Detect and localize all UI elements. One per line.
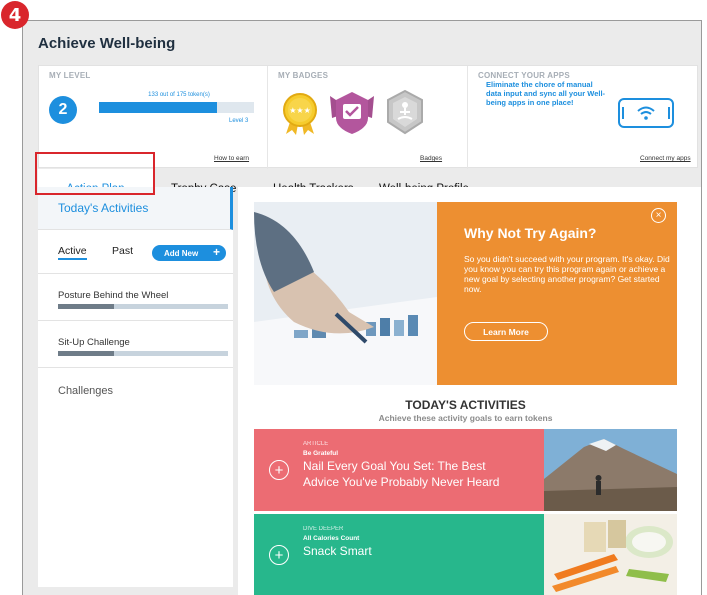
todays-activities-label: Today's Activities	[58, 201, 149, 215]
promo-title: Why Not Try Again?	[464, 225, 597, 241]
card-tag: Be Grateful	[303, 450, 339, 457]
activity-progress-bar	[58, 351, 228, 356]
connect-my-apps-link[interactable]: Connect my apps	[640, 155, 691, 162]
todays-activities-subtitle: Achieve these activity goals to earn tok…	[378, 413, 553, 423]
activity-progress-bar	[58, 304, 228, 309]
add-new-button[interactable]: Add New +	[152, 245, 226, 261]
level-number: 2	[49, 96, 77, 124]
summary-panel: MY LEVEL 2 133 out of 175 token(s) Level…	[38, 65, 699, 169]
left-sidebar: Today's Activities Active Past Add New +…	[38, 187, 233, 587]
mountain-hiker-photo	[544, 429, 677, 511]
activity-card[interactable]: + DIVE DEEPER All Calories Count Snack S…	[254, 514, 677, 595]
activity-progress-fill	[58, 351, 115, 356]
sub-tab-past[interactable]: Past	[112, 245, 133, 257]
app-window: Achieve Well-being MY LEVEL 2 133 out of…	[22, 20, 702, 595]
gold-star-badge-icon: ★★★	[283, 93, 317, 135]
activity-item[interactable]: Posture Behind the Wheel	[38, 273, 233, 319]
my-badges-heading: MY BADGES	[278, 71, 329, 80]
svg-text:★★★: ★★★	[289, 106, 311, 115]
sub-tab-active[interactable]: Active	[58, 245, 87, 260]
challenges-label: Challenges	[58, 385, 114, 397]
activity-card[interactable]: + ARTICLE Be Grateful Nail Every Goal Yo…	[254, 429, 677, 511]
my-level-heading: MY LEVEL	[49, 71, 91, 80]
vegetable-snack-photo	[544, 514, 677, 595]
sidebar-item-challenges[interactable]: Challenges	[38, 367, 233, 412]
badges-link[interactable]: Badges	[420, 155, 442, 162]
level-progress-fill	[99, 102, 217, 113]
main-content: × Why Not Try Again? So you didn't succe…	[238, 187, 701, 595]
card-category: DIVE DEEPER	[303, 526, 344, 532]
activity-item[interactable]: Sit-Up Challenge	[38, 320, 233, 366]
card-category: ARTICLE	[303, 441, 329, 447]
page-title: Achieve Well-being	[38, 35, 176, 52]
activity-progress-fill	[58, 304, 115, 309]
connect-apps-description: Eliminate the chore of manual data input…	[486, 80, 606, 107]
activity-name: Sit-Up Challenge	[58, 337, 130, 348]
card-tag: All Calories Count	[303, 535, 360, 542]
meditation-badge-icon	[387, 89, 423, 135]
my-level-section: MY LEVEL 2 133 out of 175 token(s) Level…	[39, 66, 267, 169]
activity-name: Posture Behind the Wheel	[58, 290, 169, 301]
next-level-label: Level 3	[229, 118, 249, 124]
add-new-label: Add New	[164, 248, 199, 258]
how-to-earn-link[interactable]: How to earn	[214, 155, 249, 162]
business-chart-photo	[254, 202, 437, 385]
connect-apps-section: CONNECT YOUR APPS Eliminate the chore of…	[467, 66, 699, 169]
checkmark-shield-badge-icon	[330, 92, 374, 134]
token-count: 133 out of 175 token(s)	[148, 92, 210, 98]
sidebar-item-todays-activities[interactable]: Today's Activities	[38, 187, 233, 230]
phone-sync-icon	[618, 98, 674, 128]
step-number-badge: 4	[1, 1, 29, 29]
try-again-promo: × Why Not Try Again? So you didn't succe…	[437, 202, 677, 385]
todays-activities-title: TODAY'S ACTIVITIES	[405, 398, 526, 412]
plus-icon: +	[212, 245, 220, 259]
learn-more-button[interactable]: Learn More	[464, 322, 548, 341]
add-plus-icon[interactable]: +	[269, 545, 289, 565]
my-badges-section: MY BADGES ★★★ Badges	[267, 66, 467, 169]
add-plus-icon[interactable]: +	[269, 460, 289, 480]
promo-body: So you didn't succeed with your program.…	[464, 254, 670, 295]
connect-apps-heading: CONNECT YOUR APPS	[478, 71, 570, 80]
close-icon[interactable]: ×	[651, 208, 666, 223]
card-title[interactable]: Nail Every Goal You Set: The Best Advice…	[303, 459, 523, 490]
level-progress-bar	[99, 102, 254, 113]
card-title[interactable]: Snack Smart	[303, 544, 523, 560]
